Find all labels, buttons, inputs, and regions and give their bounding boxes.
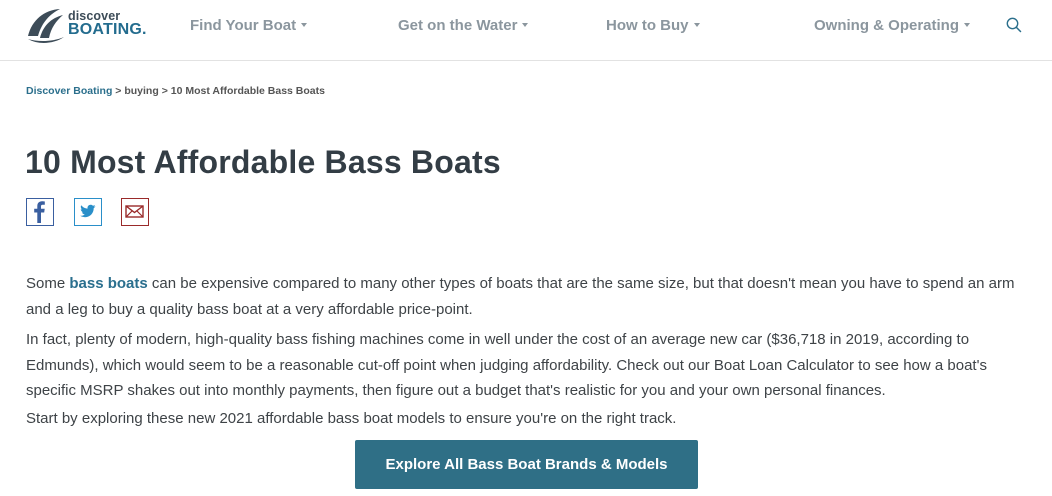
site-header: discover BOATING. Find Your Boat Get on … <box>0 0 1052 61</box>
nav-label: Get on the Water <box>398 17 518 34</box>
search-icon <box>1006 17 1022 33</box>
page-title: 10 Most Affordable Bass Boats <box>25 144 501 180</box>
facebook-icon <box>34 201 45 223</box>
breadcrumb: Discover Boating > buying > 10 Most Affo… <box>26 85 325 98</box>
share-facebook-button[interactable] <box>26 198 54 226</box>
breadcrumb-separator: > <box>115 85 122 97</box>
intro-text-after: can be expensive compared to many other … <box>26 275 1015 318</box>
caret-down-icon <box>522 23 529 28</box>
affordability-paragraph: In fact, plenty of modern, high-quality … <box>26 331 987 399</box>
discover-boating-logo[interactable]: discover BOATING. <box>26 6 156 46</box>
caret-down-icon <box>301 23 308 28</box>
share-email-button[interactable] <box>121 198 149 226</box>
email-icon <box>125 205 144 218</box>
breadcrumb-link-buying[interactable]: buying <box>124 85 158 97</box>
nav-label: How to Buy <box>606 17 689 34</box>
share-twitter-button[interactable] <box>74 198 102 226</box>
bass-boats-link[interactable]: bass boats <box>69 275 147 292</box>
boat-sail-logo-icon <box>28 9 64 43</box>
twitter-icon <box>80 204 96 218</box>
explore-brands-button[interactable]: Explore All Bass Boat Brands & Models <box>355 440 698 489</box>
exploring-paragraph: Start by exploring these new 2021 afford… <box>26 410 677 427</box>
breadcrumb-link-home[interactable]: Discover Boating <box>26 85 112 97</box>
breadcrumb-separator: > <box>161 85 168 97</box>
intro-paragraph: Some bass boats can be expensive compare… <box>26 271 1026 322</box>
nav-get-on-the-water[interactable]: Get on the Water <box>398 17 529 35</box>
nav-owning-operating[interactable]: Owning & Operating <box>814 17 970 35</box>
nav-label: Owning & Operating <box>814 17 959 34</box>
nav-label: Find Your Boat <box>190 17 297 34</box>
breadcrumb-current: 10 Most Affordable Bass Boats <box>170 85 325 97</box>
caret-down-icon <box>693 23 700 28</box>
search-button[interactable] <box>1005 16 1023 34</box>
caret-down-icon <box>964 23 970 28</box>
intro-text-before: Some <box>26 275 70 292</box>
nav-find-your-boat[interactable]: Find Your Boat <box>190 17 308 35</box>
logo-bottom-text: BOATING. <box>68 21 147 38</box>
nav-how-to-buy[interactable]: How to Buy <box>606 17 700 35</box>
